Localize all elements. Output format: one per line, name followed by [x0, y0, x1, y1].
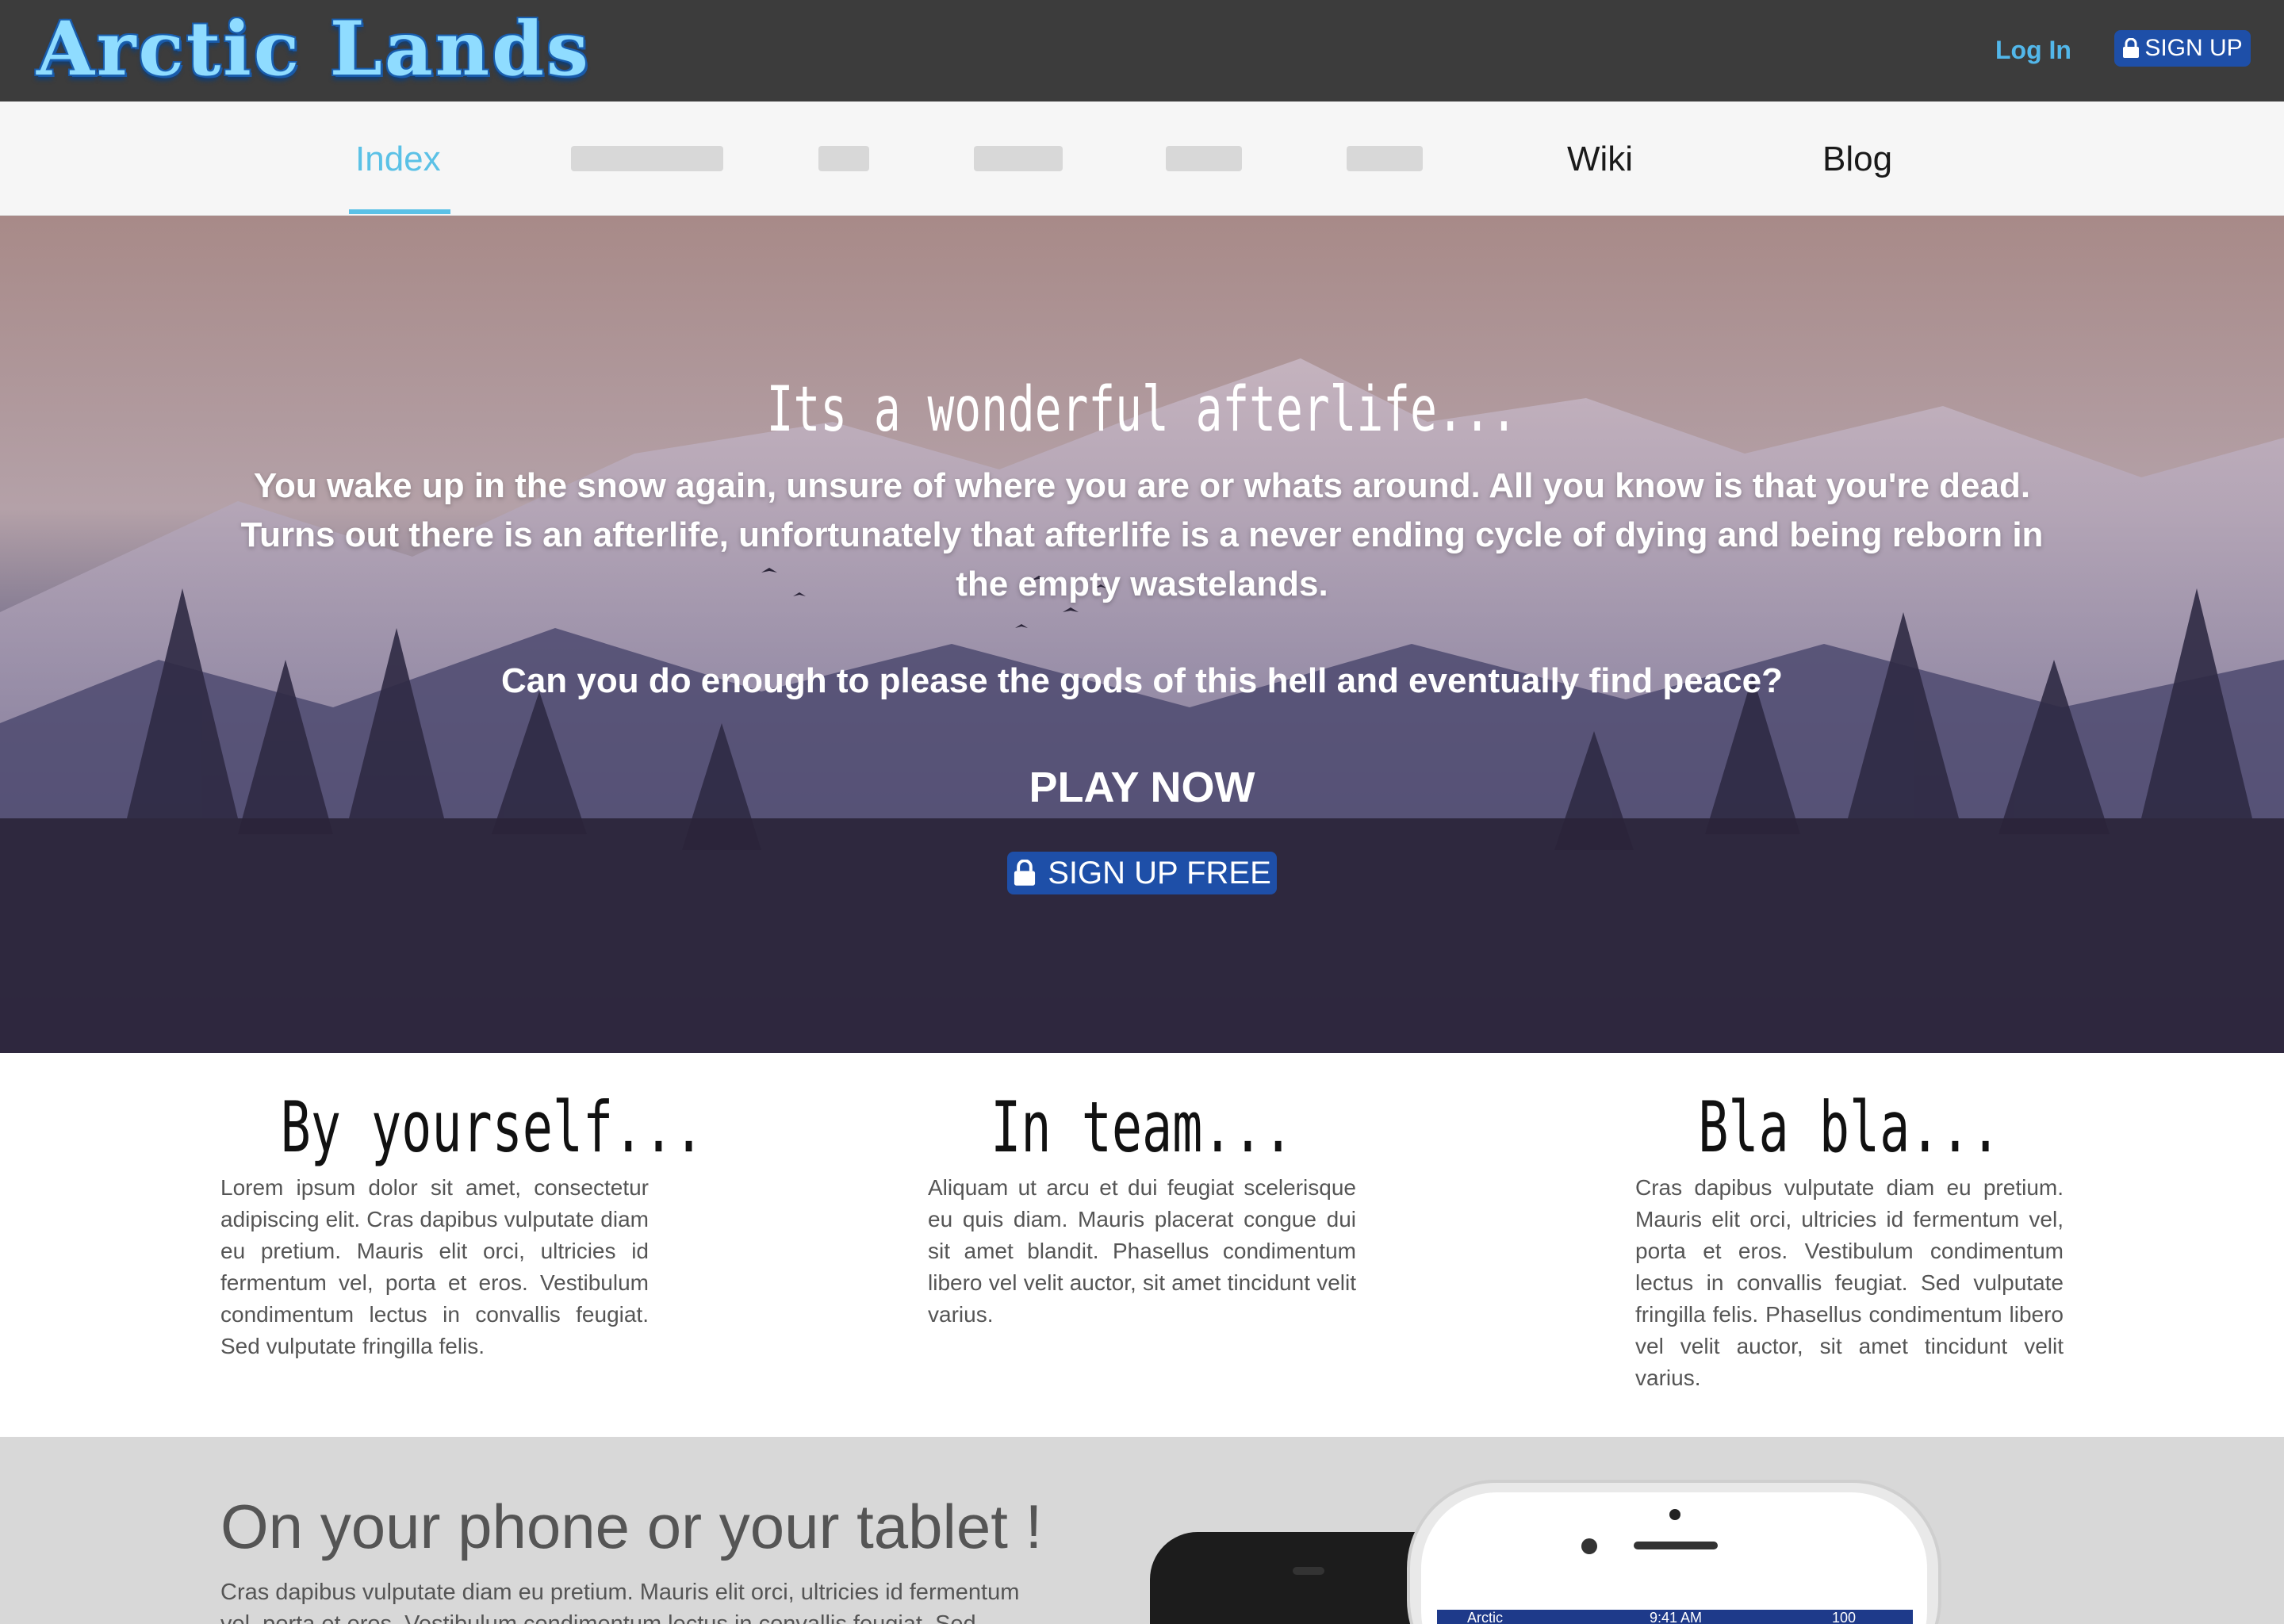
feature-text: Aliquam ut arcu et dui feugiat scelerisq…: [928, 1175, 1356, 1327]
phone-mockup-image: Arctic 9:41 AM 100: [1134, 1437, 2006, 1624]
feature-title: By yourself...: [280, 1086, 704, 1168]
signup-button-label: SIGN UP: [2144, 35, 2243, 61]
feature-title: In team...: [991, 1086, 1293, 1168]
mobile-text: Cras dapibus vulputate diam eu pretium. …: [220, 1580, 1020, 1624]
hero-description: You wake up in the snow again, unsure of…: [240, 466, 2044, 603]
phone-time-label: 9:41 AM: [1650, 1610, 1702, 1624]
nav-item-placeholder[interactable]: [1347, 146, 1423, 171]
nav-item-placeholder[interactable]: [1166, 146, 1242, 171]
site-logo[interactable]: Arctic Lands: [36, 5, 591, 94]
features-section: By yourself... Lorem ipsum dolor sit ame…: [0, 1053, 2284, 1437]
nav-item-wiki[interactable]: Wiki: [1567, 102, 1633, 216]
nav-item-index[interactable]: Index: [355, 102, 441, 216]
feature-text: Lorem ipsum dolor sit amet, consectetur …: [220, 1175, 649, 1358]
mobile-section: On your phone or your tablet ! Cras dapi…: [0, 1437, 2284, 1624]
lock-icon: [1013, 860, 1037, 887]
lock-icon: [2122, 38, 2140, 59]
active-tab-indicator: [349, 209, 450, 214]
feature-title: Bla bla...: [1698, 1086, 2001, 1168]
hero-section: Its a wonderful afterlife... You wake up…: [0, 216, 2284, 1053]
login-link[interactable]: Log In: [1995, 30, 2071, 70]
hero-question: Can you do enough to please the gods of …: [501, 661, 1783, 700]
play-now-link[interactable]: PLAY NOW: [0, 763, 2284, 812]
main-nav: Index Wiki Blog: [0, 102, 2284, 216]
nav-item-placeholder[interactable]: [571, 146, 723, 171]
signup-button[interactable]: SIGN UP: [2114, 30, 2251, 67]
top-bar: Arctic Lands Log In SIGN UP: [0, 0, 2284, 102]
hero-background-image: [0, 216, 2284, 1053]
phone-carrier-label: Arctic: [1467, 1610, 1503, 1624]
signup-free-button[interactable]: SIGN UP FREE: [1007, 852, 1277, 894]
hero-title: Its a wonderful afterlife...: [766, 374, 1518, 446]
mobile-title: On your phone or your tablet !: [220, 1492, 1043, 1561]
signup-free-label: SIGN UP FREE: [1048, 855, 1271, 891]
nav-item-blog[interactable]: Blog: [1822, 102, 1892, 216]
feature-text: Cras dapibus vulputate diam eu pretium. …: [1635, 1175, 2064, 1390]
phone-battery-label: 100: [1832, 1610, 1856, 1624]
nav-item-placeholder[interactable]: [818, 146, 869, 171]
nav-item-placeholder[interactable]: [974, 146, 1063, 171]
